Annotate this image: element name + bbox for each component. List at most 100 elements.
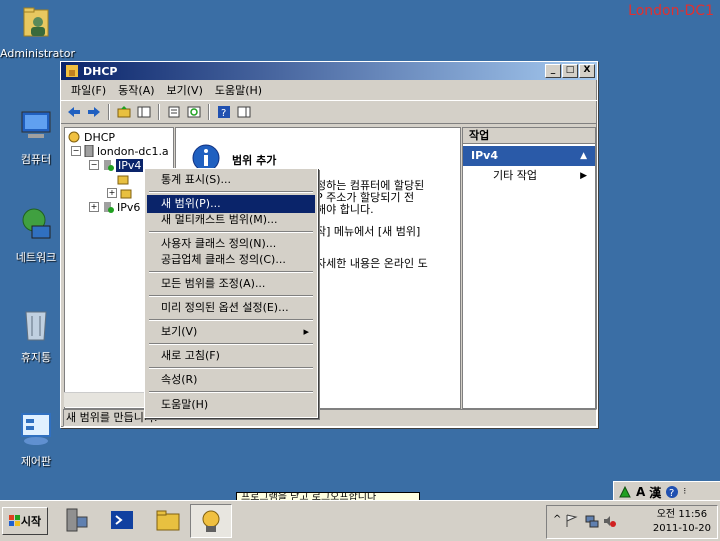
folder-up-icon: [117, 106, 131, 118]
tree-node-ipv6[interactable]: + IPv6: [89, 200, 140, 214]
menu-separator: [149, 367, 313, 369]
desktop-icon-administrator[interactable]: Administrator: [0, 4, 75, 60]
show-hidden-icons-chevron-icon[interactable]: ^: [553, 514, 561, 525]
refresh-button[interactable]: [185, 103, 203, 121]
action-label: 기타 작업: [493, 169, 537, 182]
submenu-arrow-icon: ▶: [580, 171, 587, 181]
expand-toggle[interactable]: +: [107, 188, 117, 198]
menu-view[interactable]: 보기(V): [161, 82, 209, 98]
svg-text:?: ?: [669, 488, 674, 499]
language-bar-icon[interactable]: [618, 485, 632, 499]
server-name-watermark: London-DC1: [628, 3, 714, 19]
menu-separator: [149, 295, 313, 297]
back-arrow-icon: [68, 107, 80, 117]
windows-logo-icon: [8, 515, 20, 526]
tree-node-ipv4[interactable]: − IPv4: [89, 158, 144, 172]
desktop-icon-label: Administrator: [0, 47, 75, 60]
flag-icon[interactable]: [565, 514, 579, 528]
refresh-icon: [187, 106, 201, 118]
network-tray-icon[interactable]: [585, 514, 599, 528]
console-tree-icon: [137, 106, 151, 118]
window-titlebar[interactable]: DHCP _ □ X: [61, 62, 597, 80]
menu-item-refresh[interactable]: 새로 고침(F): [147, 347, 315, 365]
start-label: 시작: [20, 515, 42, 528]
folder-icon: [117, 175, 129, 185]
start-button[interactable]: 시작: [2, 507, 48, 535]
user-folder-icon: [23, 7, 49, 37]
tree-label: DHCP: [84, 130, 116, 144]
info-text-5: 자세한 내용은 온라인 도: [316, 257, 428, 270]
taskbar-powershell[interactable]: [102, 504, 142, 536]
menu-help[interactable]: 도움말(H): [209, 82, 268, 98]
help-icon: ?: [218, 106, 230, 118]
svg-text:?: ?: [221, 108, 226, 118]
actions-pane: 작업 IPv4 ▲ 기타 작업 ▶: [462, 127, 596, 409]
menu-separator: [149, 271, 313, 273]
recycle-bin-icon: [25, 311, 47, 341]
up-level-button[interactable]: [115, 103, 133, 121]
taskbar: 시작 ^ 오전 11:56 2011-10-20: [0, 500, 720, 541]
actions-section-label: IPv4: [471, 149, 498, 162]
back-button[interactable]: [65, 103, 83, 121]
taskbar-explorer[interactable]: [148, 504, 188, 536]
folder-explorer-icon: [156, 510, 180, 531]
maximize-button[interactable]: □: [562, 64, 578, 78]
tree-label: london-dc1.a: [97, 144, 169, 158]
help-icon[interactable]: ?: [665, 485, 679, 499]
volume-muted-icon[interactable]: [603, 514, 617, 528]
collapse-up-icon: ▲: [580, 151, 587, 161]
tree-node-dhcp[interactable]: DHCP: [67, 130, 115, 144]
menu-separator: [149, 191, 313, 193]
menu-action[interactable]: 동작(A): [112, 82, 160, 98]
collapse-toggle[interactable]: −: [71, 146, 81, 156]
server-icon: [84, 145, 94, 157]
minimize-button[interactable]: _: [545, 64, 561, 78]
context-menu: 통계 표시(S)... 새 범위(P)... 새 멀티캐스트 범위(M)... …: [144, 168, 318, 418]
system-clock[interactable]: 오전 11:56 2011-10-20: [653, 508, 711, 536]
action-more-actions[interactable]: 기타 작업 ▶: [463, 166, 595, 186]
info-heading: 범위 추가: [232, 154, 277, 167]
taskbar-dhcp[interactable]: [190, 504, 232, 538]
menu-item-help[interactable]: 도움말(H): [147, 396, 315, 414]
show-tree-button[interactable]: [135, 103, 153, 121]
actions-header: 작업: [463, 128, 595, 144]
network-icon: [22, 208, 51, 239]
action-pane-icon: [237, 106, 251, 118]
desktop-icon-label: 제어판: [20, 455, 52, 468]
help-button[interactable]: ?: [215, 103, 233, 121]
menu-item-properties[interactable]: 속성(R): [147, 371, 315, 389]
properties-icon: [168, 106, 180, 118]
computer-icon: [21, 111, 51, 138]
toolbar-separator: [208, 104, 210, 120]
toolbar-separator: [158, 104, 160, 120]
menu-file[interactable]: 파일(F): [65, 82, 112, 98]
expand-toggle[interactable]: +: [89, 202, 99, 212]
menu-bar: 파일(F) 동작(A) 보기(V) 도움말(H): [61, 80, 597, 100]
server-manager-icon: [66, 508, 88, 532]
collapse-toggle[interactable]: −: [89, 160, 99, 170]
tree-node-child-1[interactable]: [117, 172, 129, 186]
taskbar-server-manager[interactable]: [56, 504, 96, 536]
menu-separator: [149, 319, 313, 321]
tree-node-server[interactable]: − london-dc1.a: [71, 144, 169, 158]
menu-item-new-multicast-scope[interactable]: 새 멀티캐스트 범위(M)...: [147, 211, 315, 229]
ime-hanja-button[interactable]: 漢: [649, 484, 661, 501]
properties-button[interactable]: [165, 103, 183, 121]
tree-node-child-2[interactable]: +: [107, 186, 132, 200]
info-text-3: 해야 합니다.: [316, 203, 374, 216]
menu-item-reconcile-all-scopes[interactable]: 모든 범위를 조정(A)...: [147, 275, 315, 293]
ipv4-icon: [104, 160, 114, 171]
dhcp-app-icon: [202, 510, 220, 532]
close-button[interactable]: X: [579, 64, 595, 78]
langbar-options-icon[interactable]: ⁝: [683, 487, 686, 497]
actions-section-ipv4[interactable]: IPv4 ▲: [463, 146, 595, 166]
window-title: DHCP: [83, 64, 118, 78]
menu-item-show-statistics[interactable]: 통계 표시(S)...: [147, 171, 315, 189]
menu-item-set-predefined-options[interactable]: 미리 정의된 옵션 설정(E)...: [147, 299, 315, 317]
menu-item-view[interactable]: 보기(V) ▸: [147, 323, 315, 341]
show-action-pane-button[interactable]: [235, 103, 253, 121]
menu-item-label: 보기(V): [161, 325, 198, 338]
forward-button[interactable]: [85, 103, 103, 121]
ime-alpha-mode-button[interactable]: A: [636, 485, 645, 499]
menu-item-define-vendor-classes[interactable]: 공급업체 클래스 정의(C)...: [147, 251, 315, 269]
